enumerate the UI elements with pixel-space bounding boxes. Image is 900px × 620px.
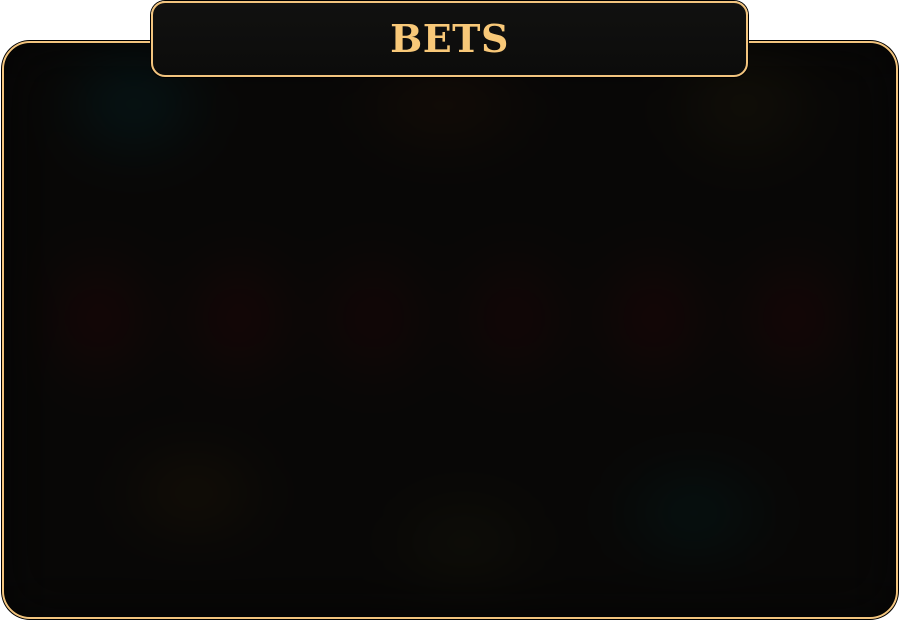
bets-panel xyxy=(2,41,898,619)
panel-title: BETS xyxy=(390,16,509,61)
panel-blurred-background xyxy=(4,43,896,617)
panel-header: BETS xyxy=(151,1,748,77)
bets-screen: BETS xyxy=(0,0,900,620)
